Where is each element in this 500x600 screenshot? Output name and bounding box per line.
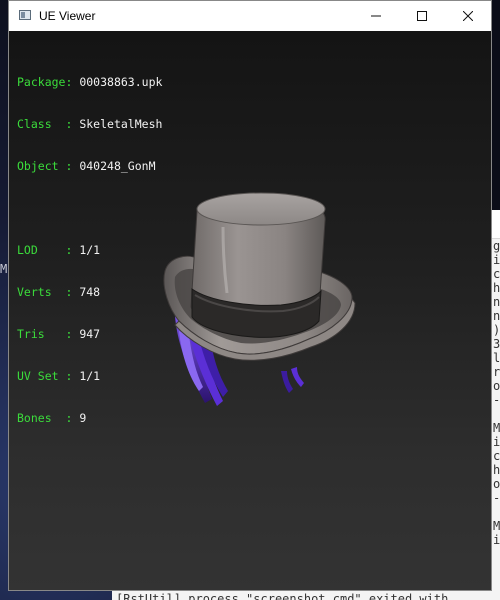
top-hat-mesh[interactable] — [9, 31, 491, 590]
maximize-button[interactable] — [399, 1, 445, 31]
maximize-icon — [417, 11, 427, 21]
3d-viewport[interactable]: Package: 00038863.upk Class : SkeletalMe… — [9, 31, 491, 590]
minimize-button[interactable] — [353, 1, 399, 31]
close-icon — [463, 11, 473, 21]
app-icon — [19, 10, 31, 20]
minimize-icon — [371, 15, 381, 17]
title-bar[interactable]: UE Viewer — [9, 1, 491, 31]
console-bottom-text: [RstUtil] process "screenshot.cmd" exite… — [116, 592, 449, 600]
window-title: UE Viewer — [39, 9, 96, 23]
close-button[interactable] — [445, 1, 491, 31]
console-bottom-line: [RstUtil] process "screenshot.cmd" exite… — [112, 590, 500, 600]
background-text: M — [0, 262, 8, 276]
ue-viewer-window[interactable]: UE Viewer Package: 00038863.upk Class : … — [8, 0, 492, 591]
